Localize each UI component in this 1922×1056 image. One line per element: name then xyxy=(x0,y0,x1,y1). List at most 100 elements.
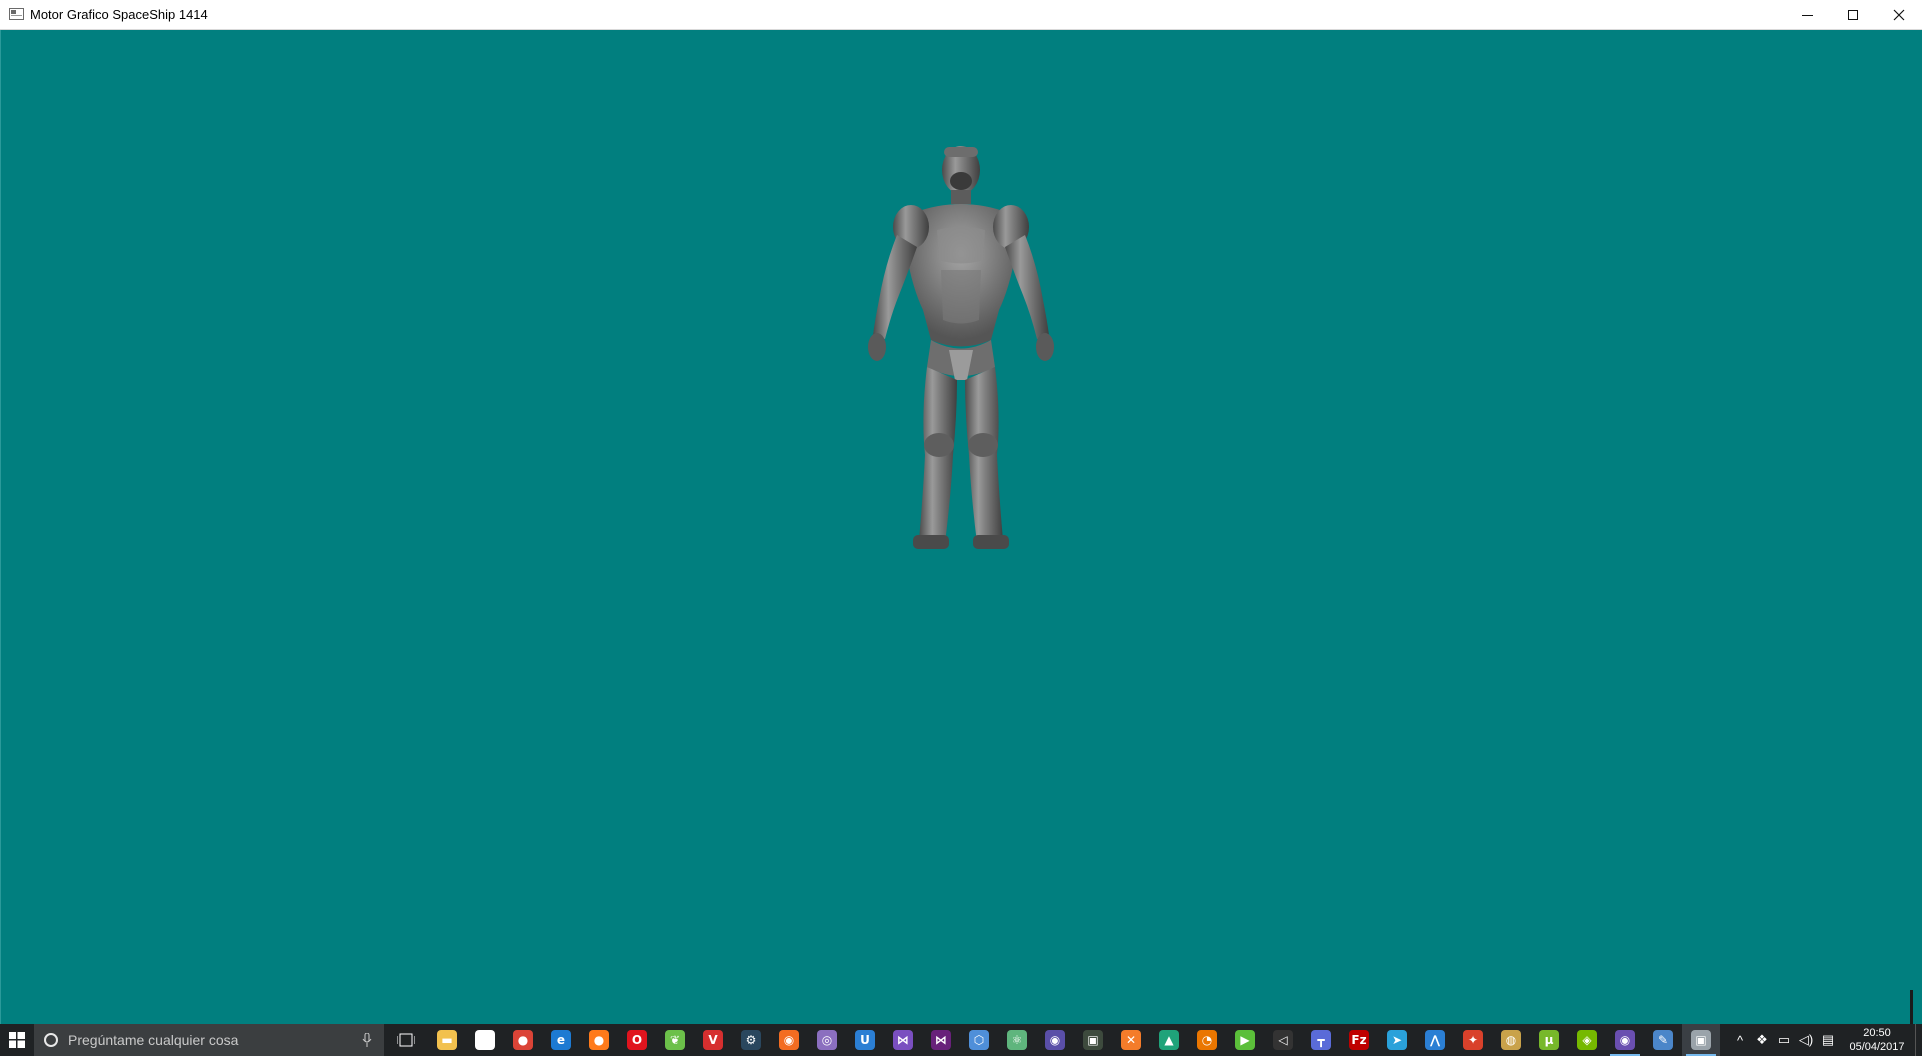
nvidia-icon: ◈ xyxy=(1577,1030,1597,1050)
opera-icon: O xyxy=(627,1030,647,1050)
taskbar-app-chrome[interactable]: ● xyxy=(504,1024,542,1056)
windows-logo-icon xyxy=(9,1032,25,1048)
taskbar-app-agenda-app[interactable]: ◎ xyxy=(808,1024,846,1056)
taskbar-app-filezilla[interactable]: Fz xyxy=(1340,1024,1378,1056)
telegram-icon: ➤ xyxy=(1387,1030,1407,1050)
model-right-foot xyxy=(973,535,1009,549)
search-placeholder: Pregúntame cualquier cosa xyxy=(68,1032,239,1048)
pinned-apps: ▬ ▦ ● e ● O ❦ V ⚙ ◉ ◎ U ⋈ ⋈ ⬡ ⚛ ◉ ▣ ✕ ▲ ◔ ▶ ◁ ┳ Fz ➤ ⋀ ✦ ◍ µ ◈ ◉ ✎ ▣ xyxy=(428,1024,1720,1056)
windows-taskbar: Pregúntame cualquier cosa ▬ ▦ ● e ● O ❦ V ⚙ ◉ ◎ U ⋈ ⋈… xyxy=(0,1024,1922,1056)
filezilla-icon: Fz xyxy=(1349,1030,1369,1050)
clock-date: 05/04/2017 xyxy=(1849,1041,1905,1053)
agenda-app-icon: ◎ xyxy=(817,1030,837,1050)
edge-icon: e xyxy=(551,1030,571,1050)
taskbar-app-engine-window[interactable]: ▣ xyxy=(1682,1024,1720,1056)
taskbar-app-store[interactable]: ▦ xyxy=(466,1024,504,1056)
taskbar-app-red-bird-app[interactable]: ✦ xyxy=(1454,1024,1492,1056)
purple-circle-app-icon: ◉ xyxy=(1045,1030,1065,1050)
app-window-icon[interactable] xyxy=(9,8,24,20)
network-icon[interactable]: ▭ xyxy=(1773,1024,1795,1056)
humanoid-3d-model xyxy=(868,146,1054,549)
taskbar-app-triangle-app[interactable]: ▲ xyxy=(1150,1024,1188,1056)
taskbar-app-globe-app[interactable]: ◍ xyxy=(1492,1024,1530,1056)
dropbox-icon[interactable]: ❖ xyxy=(1751,1024,1773,1056)
engine-window-icon: ▣ xyxy=(1691,1030,1711,1050)
taskbar-app-terminal-app[interactable]: ▣ xyxy=(1074,1024,1112,1056)
paint-app-icon: ✎ xyxy=(1653,1030,1673,1050)
window-titlebar[interactable]: Motor Grafico SpaceShip 1414 xyxy=(0,0,1922,30)
task-view-button[interactable] xyxy=(384,1024,428,1056)
purple-app-running-icon: ◉ xyxy=(1615,1030,1635,1050)
taskbar-app-edge[interactable]: e xyxy=(542,1024,580,1056)
taskbar-app-arduino-like-app[interactable]: ⋀ xyxy=(1416,1024,1454,1056)
leaf-app-icon: ❦ xyxy=(665,1030,685,1050)
3d-builder-icon: ⬡ xyxy=(969,1030,989,1050)
clock-time: 20:50 xyxy=(1863,1027,1891,1039)
visual-studio-icon: ⋈ xyxy=(893,1030,913,1050)
window-title: Motor Grafico SpaceShip 1414 xyxy=(30,7,208,22)
red-bird-app-icon: ✦ xyxy=(1463,1030,1483,1050)
system-tray: ^ ❖ ▭ ◁) ▤ 20:50 05/04/2017 xyxy=(1729,1024,1922,1056)
maximize-button[interactable] xyxy=(1830,0,1876,30)
taskbar-app-visual-studio-2[interactable]: ⋈ xyxy=(922,1024,960,1056)
taskbar-app-steam[interactable]: ⚙ xyxy=(732,1024,770,1056)
model-left-arm xyxy=(873,235,917,339)
arduino-like-app-icon: ⋀ xyxy=(1425,1030,1445,1050)
taskbar-app-3d-builder[interactable]: ⬡ xyxy=(960,1024,998,1056)
taskbar-app-purple-circle-app[interactable]: ◉ xyxy=(1036,1024,1074,1056)
green-play-app-icon: ▶ xyxy=(1235,1030,1255,1050)
taskbar-app-utorrent[interactable]: µ xyxy=(1530,1024,1568,1056)
task-view-icon xyxy=(397,1033,415,1047)
microphone-icon[interactable] xyxy=(362,1033,372,1047)
taskbar-app-vivaldi[interactable]: V xyxy=(694,1024,732,1056)
render-viewport[interactable] xyxy=(0,30,1922,1038)
taskbar-app-xampp[interactable]: ✕ xyxy=(1112,1024,1150,1056)
taskbar-app-file-explorer[interactable]: ▬ xyxy=(428,1024,466,1056)
minimize-button[interactable] xyxy=(1784,0,1830,30)
taskbar-app-paint-app[interactable]: ✎ xyxy=(1644,1024,1682,1056)
taskbar-clock[interactable]: 20:50 05/04/2017 xyxy=(1839,1026,1915,1054)
triangle-app-icon: ▲ xyxy=(1159,1030,1179,1050)
model-right-arm xyxy=(1005,235,1049,339)
vivaldi-icon: V xyxy=(703,1030,723,1050)
cortana-icon xyxy=(44,1033,58,1047)
taskbar-app-unity[interactable]: ◁ xyxy=(1264,1024,1302,1056)
taskbar-app-firefox[interactable]: ● xyxy=(580,1024,618,1056)
show-desktop-button[interactable] xyxy=(1915,1024,1922,1056)
show-hidden-icons-chevron-icon[interactable]: ^ xyxy=(1729,1024,1751,1056)
steam-icon: ⚙ xyxy=(741,1030,761,1050)
origin-icon: ◉ xyxy=(779,1030,799,1050)
store-icon: ▦ xyxy=(475,1030,495,1050)
blender-icon: ◔ xyxy=(1197,1030,1217,1050)
taskbar-app-blender[interactable]: ◔ xyxy=(1188,1024,1226,1056)
taskbar-app-trello-like-app[interactable]: ┳ xyxy=(1302,1024,1340,1056)
taskbar-app-opera[interactable]: O xyxy=(618,1024,656,1056)
taskbar-app-telegram[interactable]: ➤ xyxy=(1378,1024,1416,1056)
close-icon xyxy=(1893,9,1905,21)
taskbar-app-atom[interactable]: ⚛ xyxy=(998,1024,1036,1056)
taskbar-app-leaf-app[interactable]: ❦ xyxy=(656,1024,694,1056)
firefox-icon: ● xyxy=(589,1030,609,1050)
taskbar-app-nvidia[interactable]: ◈ xyxy=(1568,1024,1606,1056)
visual-studio-2-icon: ⋈ xyxy=(931,1030,951,1050)
taskbar-app-purple-app-running[interactable]: ◉ xyxy=(1606,1024,1644,1056)
maximize-icon xyxy=(1848,10,1858,20)
unity-icon: ◁ xyxy=(1273,1030,1293,1050)
trello-like-app-icon: ┳ xyxy=(1311,1030,1331,1050)
xampp-icon: ✕ xyxy=(1121,1030,1141,1050)
taskbar-app-green-play-app[interactable]: ▶ xyxy=(1226,1024,1264,1056)
volume-icon[interactable]: ◁) xyxy=(1795,1024,1817,1056)
search-box[interactable]: Pregúntame cualquier cosa xyxy=(34,1024,384,1056)
utorrent-icon: µ xyxy=(1539,1030,1559,1050)
terminal-app-icon: ▣ xyxy=(1083,1030,1103,1050)
taskbar-app-uplay[interactable]: U xyxy=(846,1024,884,1056)
minimize-icon xyxy=(1801,14,1813,16)
taskbar-app-origin[interactable]: ◉ xyxy=(770,1024,808,1056)
uplay-icon: U xyxy=(855,1030,875,1050)
start-button[interactable] xyxy=(0,1024,34,1056)
globe-app-icon: ◍ xyxy=(1501,1030,1521,1050)
close-button[interactable] xyxy=(1876,0,1922,30)
file-explorer-icon: ▬ xyxy=(437,1030,457,1050)
action-center-icon[interactable]: ▤ xyxy=(1817,1024,1839,1056)
taskbar-app-visual-studio[interactable]: ⋈ xyxy=(884,1024,922,1056)
